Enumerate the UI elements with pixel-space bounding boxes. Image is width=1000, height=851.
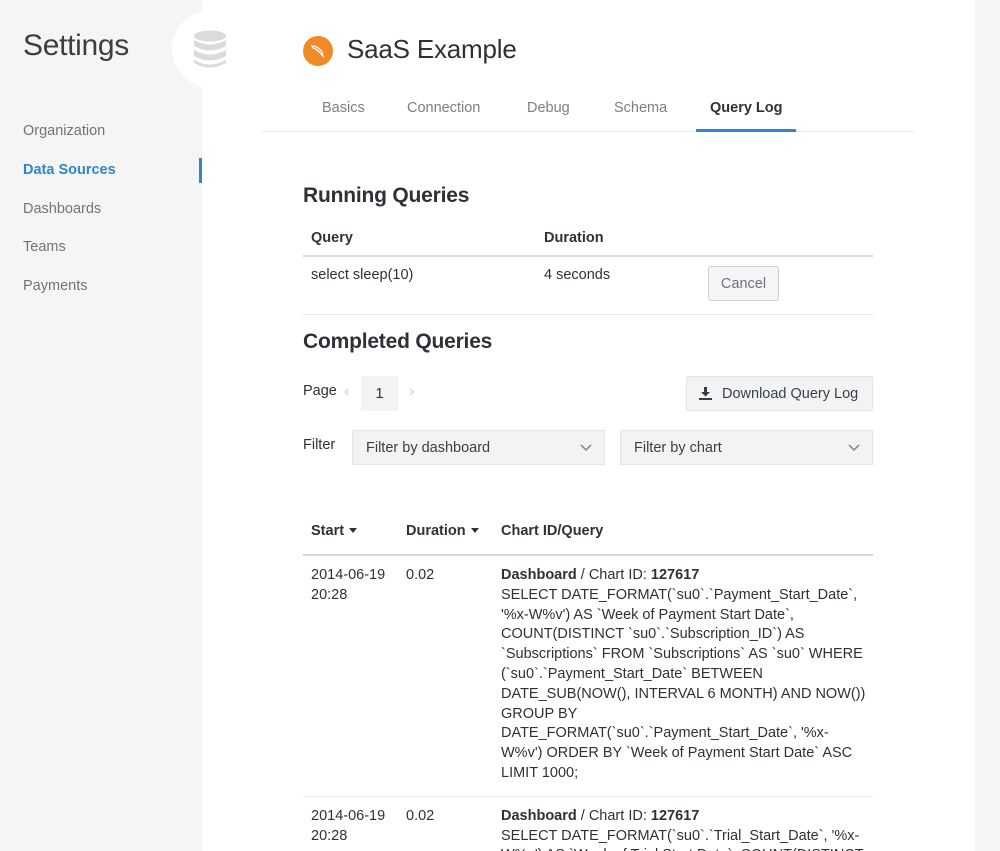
chart-id-label: / Chart ID: (576, 567, 651, 583)
page-label: Page (303, 383, 337, 399)
sidebar-item-data-sources[interactable]: Data Sources (0, 151, 202, 190)
query-duration: 0.02 (406, 807, 435, 824)
chart-id: 127617 (650, 567, 700, 583)
query-duration: 0.02 (406, 567, 435, 583)
sidebar-title: Settings (23, 29, 129, 62)
data-source-header: SaaS Example (303, 33, 517, 66)
tab-basics[interactable]: Basics (322, 100, 365, 116)
chart-id: 127617 (650, 807, 700, 824)
chevron-down-icon (848, 444, 860, 452)
query-start-time: 2014-06-19 20:28 (311, 567, 386, 603)
table-row: 2014-06-19 20:28 0.02 Dashboard / Chart … (303, 797, 873, 851)
page-title: SaaS Example (347, 34, 517, 64)
column-header-start: Start (311, 523, 345, 539)
table-row: 2014-06-19 20:28 0.02 Dashboard / Chart … (303, 556, 873, 797)
filter-dashboard-placeholder: Filter by dashboard (366, 439, 491, 456)
filter-label: Filter (303, 437, 336, 453)
query-sql: SELECT DATE_FORMAT(`su0`.`Payment_Start_… (501, 586, 866, 781)
tab-schema[interactable]: Schema (614, 100, 667, 116)
query-start-time: 2014-06-19 20:28 (311, 807, 386, 844)
sidebar-item-dashboards[interactable]: Dashboards (0, 189, 202, 228)
completed-queries-heading: Completed Queries (303, 330, 493, 353)
running-query-text: select sleep(10) (311, 267, 414, 283)
page-number-input[interactable]: 1 (361, 376, 398, 411)
tab-query-log[interactable]: Query Log (710, 100, 783, 116)
running-queries-heading: Running Queries (303, 184, 470, 207)
sort-duration-header[interactable]: Duration (406, 523, 479, 539)
column-header-query: Chart ID/Query (501, 523, 604, 539)
running-queries-table: Query Duration select sleep(10) 4 second… (303, 225, 873, 315)
sidebar-item-organization[interactable]: Organization (0, 112, 202, 151)
database-icon (194, 30, 226, 68)
chevron-down-icon (580, 444, 592, 452)
chart-id-label: / Chart ID: (576, 807, 651, 824)
download-icon (699, 387, 712, 400)
chevron-right-icon[interactable]: › (409, 383, 414, 401)
sort-start-header[interactable]: Start (311, 523, 358, 539)
query-sql: SELECT DATE_FORMAT(`su0`.`Trial_Start_Da… (501, 827, 864, 851)
settings-sidebar: Settings Organization Data Sources Dashb… (0, 0, 202, 851)
dashboard-link[interactable]: Dashboard (501, 808, 577, 824)
download-label: Download Query Log (722, 385, 859, 402)
sidebar-item-payments[interactable]: Payments (0, 267, 202, 306)
filter-chart-select[interactable]: Filter by chart (620, 430, 873, 465)
filter-dashboard-select[interactable]: Filter by dashboard (352, 430, 605, 465)
query-cell: Dashboard / Chart ID: 127617 SELECT DATE… (501, 797, 866, 851)
chevron-left-icon[interactable]: ‹ (344, 383, 349, 401)
column-header-duration: Duration (406, 523, 466, 539)
mysql-icon (303, 36, 333, 66)
tab-debug[interactable]: Debug (527, 100, 570, 116)
cancel-query-button[interactable]: Cancel (708, 266, 779, 301)
tab-bar: Basics Connection Debug Schema Query Log (262, 88, 914, 132)
completed-queries-table: Start Duration Chart ID/Query 2014-06-19… (303, 512, 873, 851)
running-query-duration: 4 seconds (544, 267, 611, 283)
filter-chart-placeholder: Filter by chart (634, 439, 722, 456)
dolphin-icon (310, 45, 325, 59)
sidebar-item-teams[interactable]: Teams (0, 228, 202, 267)
column-header-duration: Duration (544, 230, 604, 246)
table-header: Start Duration Chart ID/Query (303, 512, 873, 556)
active-tab-indicator (696, 129, 796, 132)
download-query-log-button[interactable]: Download Query Log (686, 376, 873, 411)
sort-caret-icon (470, 527, 479, 533)
tab-connection[interactable]: Connection (407, 100, 480, 116)
query-cell: Dashboard / Chart ID: 127617 SELECT DATE… (501, 556, 866, 796)
sidebar-nav: Organization Data Sources Dashboards Tea… (0, 112, 202, 305)
column-header-query: Query (311, 230, 353, 246)
table-header: Query Duration (303, 225, 873, 257)
data-sources-badge (172, 10, 250, 88)
table-row: select sleep(10) 4 seconds Cancel (303, 257, 873, 315)
dashboard-link[interactable]: Dashboard (501, 567, 577, 583)
sort-caret-icon (349, 527, 358, 533)
right-gutter (975, 0, 1000, 851)
